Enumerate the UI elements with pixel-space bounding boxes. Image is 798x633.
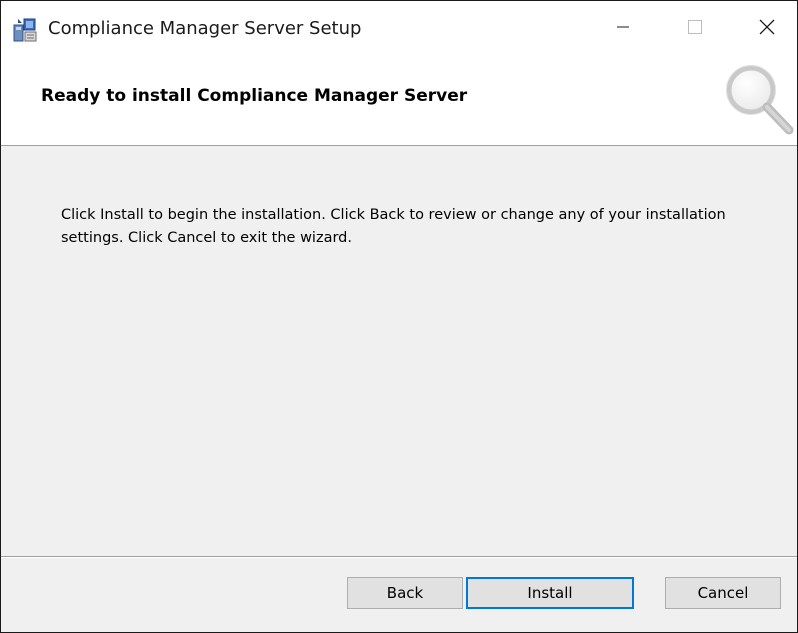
close-icon <box>758 18 776 40</box>
install-button[interactable]: Install <box>466 577 634 609</box>
minimize-button[interactable] <box>593 1 653 57</box>
maximize-button[interactable] <box>665 1 725 57</box>
page-title: Ready to install Compliance Manager Serv… <box>41 86 468 106</box>
close-button[interactable] <box>737 1 797 57</box>
title-bar: Compliance Manager Server Setup <box>1 1 797 57</box>
cancel-button[interactable]: Cancel <box>665 577 781 609</box>
header-panel: Ready to install Compliance Manager Serv… <box>1 57 797 146</box>
installer-app-icon <box>12 16 38 44</box>
window-title: Compliance Manager Server Setup <box>48 18 362 39</box>
setup-window: Compliance Manager Server Setup Ready to… <box>0 0 798 633</box>
maximize-icon <box>687 19 703 39</box>
minimize-icon <box>615 19 631 39</box>
footer-divider <box>1 556 797 558</box>
magnifier-icon <box>723 60 797 138</box>
instruction-text: Click Install to begin the installation.… <box>61 207 726 246</box>
back-button[interactable]: Back <box>347 577 463 609</box>
